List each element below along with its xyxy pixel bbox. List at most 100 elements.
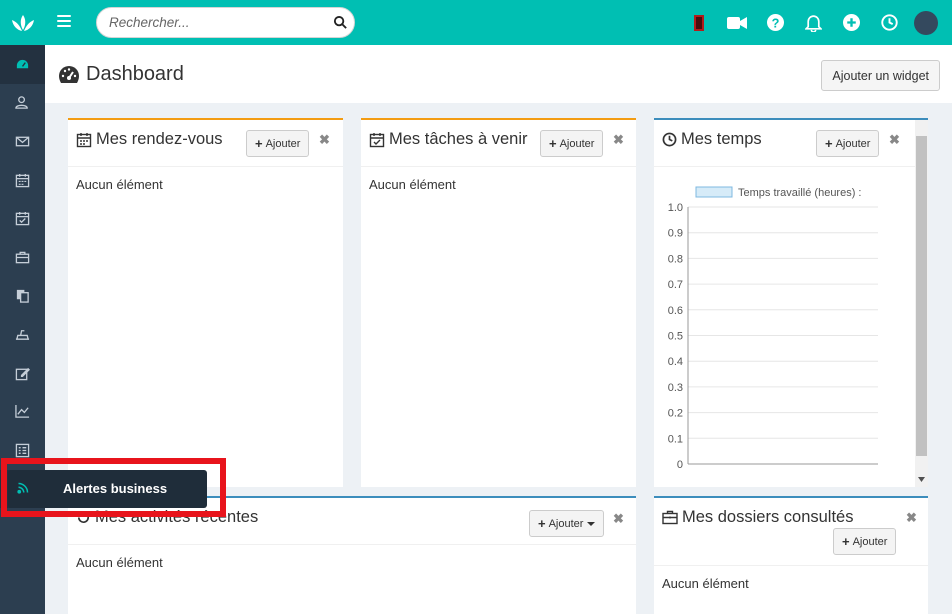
y-tick-label: 0.3 xyxy=(668,382,683,394)
widget-title-text: Mes temps xyxy=(681,130,762,148)
add-temps-button[interactable]: + Ajouter xyxy=(816,130,880,157)
close-icon[interactable]: ✖ xyxy=(319,132,330,148)
plus-icon: + xyxy=(842,534,850,549)
widget-header: Mes temps + Ajouter ✖ xyxy=(654,120,928,167)
list-icon xyxy=(15,443,30,457)
add-tache-button[interactable]: + Ajouter xyxy=(540,130,604,157)
notifications-button[interactable] xyxy=(794,10,832,35)
app-logo[interactable] xyxy=(0,0,45,45)
add-label: Ajouter xyxy=(852,535,888,548)
scrollbar-thumb[interactable] xyxy=(916,136,927,456)
y-tick-label: 0.2 xyxy=(668,408,683,420)
avatar[interactable] xyxy=(914,10,938,35)
sidebar-item-edit[interactable] xyxy=(0,354,45,393)
close-icon[interactable]: ✖ xyxy=(889,132,900,148)
page-title: Dashboard xyxy=(58,63,184,86)
page-title-text: Dashboard xyxy=(86,63,184,85)
calendar-check-icon xyxy=(369,132,385,147)
search-icon[interactable] xyxy=(333,15,348,30)
highlight-box xyxy=(1,458,226,517)
line-chart-icon xyxy=(15,405,30,418)
briefcase-icon xyxy=(662,510,678,525)
y-tick-label: 1.0 xyxy=(668,202,683,214)
plus-icon: + xyxy=(825,136,833,151)
widget-title: Mes tâches à venir xyxy=(369,130,527,149)
widget-title-text: Mes dossiers consultés xyxy=(682,508,854,526)
add-activite-dropdown[interactable]: + Ajouter xyxy=(529,510,605,537)
y-tick-label: 0.4 xyxy=(668,356,683,368)
sidebar-item-calendar[interactable] xyxy=(0,161,45,200)
add-label: Ajouter xyxy=(548,517,584,530)
topbar: ? xyxy=(45,0,952,45)
y-tick-label: 0.8 xyxy=(668,253,683,265)
widget-header: Mes tâches à venir + Ajouter ✖ xyxy=(361,120,636,167)
billing-icon xyxy=(15,330,30,340)
add-rendezvous-button[interactable]: + Ajouter xyxy=(246,130,310,157)
widget-title: Mes rendez-vous xyxy=(76,130,223,149)
page-header: Dashboard Ajouter un widget xyxy=(45,45,952,103)
sidebar-item-documents[interactable] xyxy=(0,277,45,316)
search-input[interactable] xyxy=(109,15,324,30)
help-icon: ? xyxy=(766,14,784,31)
widget-header: Mes dossiers consultés ✖ + Ajouter xyxy=(654,498,928,566)
chevron-down-icon xyxy=(587,521,596,526)
add-label: Ajouter xyxy=(559,137,595,150)
widget-title: Mes temps xyxy=(662,130,762,149)
sidebar-item-tasks[interactable] xyxy=(0,199,45,238)
widget-temps: Mes temps + Ajouter ✖ 1.0 0.9 0.8 0.7 0.6 0.5 0… xyxy=(654,118,928,487)
calendar-icon xyxy=(76,132,92,147)
y-tick-label: 0 xyxy=(677,459,683,471)
time-chart: 1.0 0.9 0.8 0.7 0.6 0.5 0.4 0.3 0.2 0.1 0 Temps tra… xyxy=(668,186,878,471)
contacts-icon xyxy=(15,96,28,110)
hamburger-menu-icon[interactable] xyxy=(57,15,71,29)
video-camera-icon xyxy=(727,16,747,29)
sidebar-item-mail[interactable] xyxy=(0,122,45,161)
dashboard-icon xyxy=(59,66,79,83)
edit-icon xyxy=(15,367,30,380)
sidebar-item-contacts[interactable] xyxy=(0,84,45,123)
add-widget-button[interactable]: Ajouter un widget xyxy=(821,60,940,91)
calendar-icon xyxy=(15,173,30,187)
close-icon[interactable]: ✖ xyxy=(906,510,917,526)
sidebar-item-dashboard[interactable] xyxy=(0,45,45,84)
add-dossier-button[interactable]: + Ajouter xyxy=(833,528,897,555)
hourglass-icon xyxy=(694,14,704,31)
topbar-icons: ? xyxy=(680,10,938,35)
y-tick-label: 0.9 xyxy=(668,228,683,240)
y-tick-label: 0.7 xyxy=(668,279,683,291)
search-box xyxy=(96,7,355,38)
y-tick-label: 0.1 xyxy=(668,433,683,445)
sidebar-item-billing[interactable] xyxy=(0,315,45,354)
documents-icon xyxy=(16,290,29,304)
widget-taches: Mes tâches à venir + Ajouter ✖ Aucun élém… xyxy=(361,118,636,487)
legend-swatch xyxy=(695,186,733,198)
help-button[interactable]: ? xyxy=(756,10,794,35)
history-button[interactable] xyxy=(870,10,908,35)
clock-icon xyxy=(880,14,898,31)
plus-icon: + xyxy=(538,516,546,531)
scrollbar[interactable] xyxy=(915,120,928,487)
widget-title: Mes dossiers consultés xyxy=(662,508,854,527)
widget-title-text: Mes tâches à venir xyxy=(389,130,528,148)
close-icon[interactable]: ✖ xyxy=(613,511,624,527)
y-tick-label: 0.5 xyxy=(668,331,683,343)
plus-circle-icon xyxy=(842,14,860,31)
briefcase-icon xyxy=(15,251,30,264)
close-icon[interactable]: ✖ xyxy=(613,132,624,148)
empty-text: Aucun élément xyxy=(76,555,163,570)
add-button[interactable] xyxy=(832,10,870,35)
add-label: Ajouter xyxy=(265,137,301,150)
sidebar xyxy=(0,0,45,614)
sidebar-item-stats[interactable] xyxy=(0,392,45,431)
empty-text: Aucun élément xyxy=(369,177,456,192)
timer-button[interactable] xyxy=(680,10,718,35)
plus-icon: + xyxy=(255,136,263,151)
widget-dossiers: Mes dossiers consultés ✖ + Ajouter Aucun … xyxy=(654,496,928,614)
scroll-down-icon[interactable] xyxy=(918,477,925,482)
widget-title-text: Mes rendez-vous xyxy=(96,130,223,148)
plus-icon: + xyxy=(549,136,557,151)
sidebar-item-business[interactable] xyxy=(0,238,45,277)
calendar-check-icon xyxy=(15,212,30,226)
empty-text: Aucun élément xyxy=(662,576,749,591)
video-button[interactable] xyxy=(718,10,756,35)
